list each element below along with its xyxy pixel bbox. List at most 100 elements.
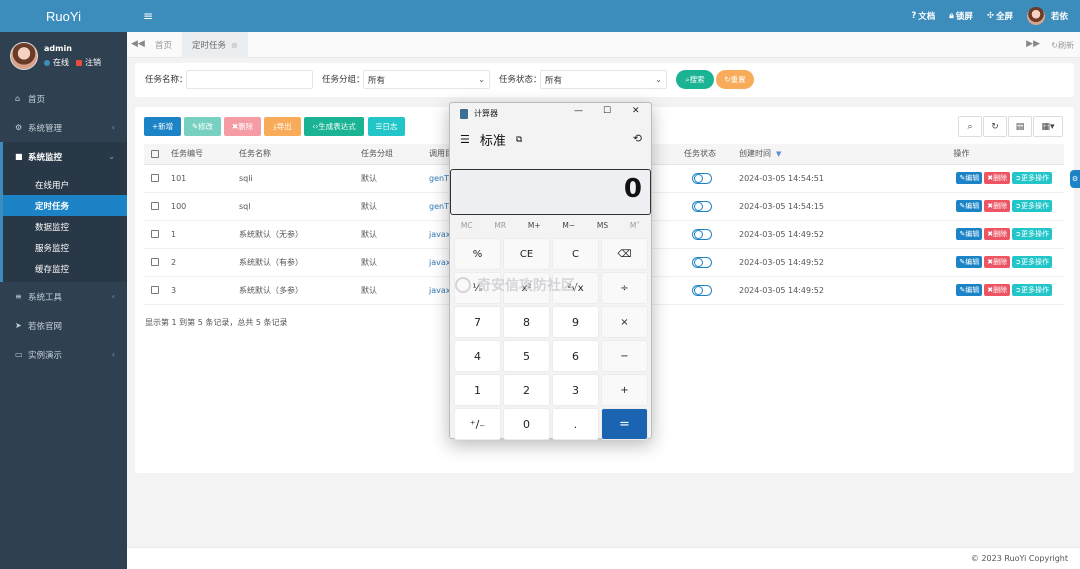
sidebar-item-home[interactable]: ⌂ 首页 bbox=[0, 84, 127, 113]
key-backspace[interactable]: ⌫ bbox=[601, 238, 648, 270]
row-delete-button[interactable]: ✖ 删除 bbox=[984, 200, 1011, 212]
sidebar-item-data-monitor[interactable]: 数据监控 bbox=[3, 216, 127, 237]
key-clear[interactable]: C bbox=[552, 238, 599, 270]
row-checkbox[interactable] bbox=[151, 286, 159, 294]
col-created[interactable]: 创建时间 ▼ bbox=[739, 144, 859, 165]
avatar[interactable] bbox=[10, 42, 38, 70]
key-4[interactable]: 4 bbox=[454, 340, 501, 372]
tab-scheduled-tasks[interactable]: 定时任务 ⊗ bbox=[182, 32, 248, 58]
sidebar-item-cache-monitor[interactable]: 缓存监控 bbox=[3, 258, 127, 279]
export-button[interactable]: ⤓ 导出 bbox=[264, 117, 301, 136]
invoke-target-link[interactable]: javax bbox=[429, 258, 451, 267]
refresh-tab-button[interactable]: ↻刷新 bbox=[1051, 40, 1074, 51]
row-edit-button[interactable]: ✎ 编辑 bbox=[956, 172, 983, 184]
sidebar-item-monitor[interactable]: ■ 系统监控 ⌄ bbox=[0, 142, 127, 171]
memory-clear-button[interactable]: MC bbox=[461, 221, 473, 230]
row-more-button[interactable]: ➲ 更多操作 bbox=[1012, 172, 1052, 184]
tab-home[interactable]: 首页 bbox=[145, 32, 182, 58]
row-more-button[interactable]: ➲ 更多操作 bbox=[1012, 200, 1052, 212]
key-percent[interactable]: % bbox=[454, 238, 501, 270]
key-divide[interactable]: ÷ bbox=[601, 272, 648, 304]
floating-settings-icon[interactable]: ⚙ bbox=[1070, 170, 1080, 188]
delete-button[interactable]: ✖ 删除 bbox=[224, 117, 261, 136]
logout-icon[interactable] bbox=[76, 59, 82, 66]
status-toggle[interactable] bbox=[692, 256, 712, 268]
key-plus[interactable]: + bbox=[601, 374, 648, 406]
search-toggle-button[interactable]: ⌕ bbox=[958, 116, 982, 137]
keep-on-top-icon[interactable]: ⧉ bbox=[516, 135, 522, 145]
row-more-button[interactable]: ➲ 更多操作 bbox=[1012, 284, 1052, 296]
status-toggle[interactable] bbox=[692, 200, 712, 212]
row-checkbox[interactable] bbox=[151, 174, 159, 182]
key-negate[interactable]: ⁺/₋ bbox=[454, 408, 501, 440]
row-edit-button[interactable]: ✎ 编辑 bbox=[956, 200, 983, 212]
memory-list-button[interactable]: M˅ bbox=[630, 221, 640, 230]
maximize-button[interactable]: ☐ bbox=[603, 106, 611, 116]
toggle-view-button[interactable]: ▤ bbox=[1008, 116, 1032, 137]
close-button[interactable]: ✕ bbox=[632, 106, 640, 116]
hamburger-icon[interactable]: ☰ bbox=[460, 133, 470, 146]
invoke-target-link[interactable]: genT bbox=[429, 174, 449, 183]
select-all-checkbox[interactable] bbox=[151, 149, 159, 158]
row-more-button[interactable]: ➲ 更多操作 bbox=[1012, 256, 1052, 268]
columns-button[interactable]: ▦▾ bbox=[1033, 116, 1063, 137]
key-3[interactable]: 3 bbox=[552, 374, 599, 406]
user-menu[interactable]: 若依 bbox=[1026, 7, 1068, 25]
cron-button[interactable]: ‹› 生成表达式 bbox=[304, 117, 364, 136]
brand-logo[interactable]: RuoYi bbox=[0, 0, 127, 32]
job-name-input[interactable] bbox=[186, 70, 313, 89]
fullscreen-link[interactable]: ✣ 全屏 bbox=[987, 10, 1013, 22]
col-status[interactable]: 任务状态 bbox=[684, 144, 739, 165]
add-button[interactable]: + 新增 bbox=[144, 117, 181, 136]
sidebar-item-server-monitor[interactable]: 服务监控 bbox=[3, 237, 127, 258]
status-toggle[interactable] bbox=[692, 228, 712, 240]
logout-link[interactable]: 注销 bbox=[85, 57, 101, 68]
key-2[interactable]: 2 bbox=[503, 374, 550, 406]
history-icon[interactable]: ⟲ bbox=[633, 132, 642, 145]
sidebar-item-scheduled-tasks[interactable]: 定时任务 bbox=[3, 195, 127, 216]
key-multiply[interactable]: × bbox=[601, 306, 648, 338]
tab-scroll-left-icon[interactable]: ◀◀ bbox=[131, 39, 145, 49]
key-decimal[interactable]: . bbox=[552, 408, 599, 440]
sidebar-item-demo[interactable]: ▭ 实例演示 ‹ bbox=[0, 340, 127, 369]
key-square[interactable]: x² bbox=[503, 272, 550, 304]
status-toggle[interactable] bbox=[692, 172, 712, 184]
minimize-button[interactable]: — bbox=[574, 106, 583, 116]
key-0[interactable]: 0 bbox=[503, 408, 550, 440]
key-5[interactable]: 5 bbox=[503, 340, 550, 372]
memory-add-button[interactable]: M+ bbox=[528, 221, 541, 230]
row-checkbox[interactable] bbox=[151, 230, 159, 238]
row-delete-button[interactable]: ✖ 删除 bbox=[984, 256, 1011, 268]
col-job-group[interactable]: 任务分组 bbox=[361, 144, 429, 165]
invoke-target-link[interactable]: javax bbox=[429, 286, 451, 295]
tab-scroll-right-icon[interactable]: ▶▶ bbox=[1026, 39, 1040, 49]
key-equals[interactable]: = bbox=[601, 408, 648, 440]
key-sqrt[interactable]: ²√x bbox=[552, 272, 599, 304]
reset-button[interactable]: ↻ 重置 bbox=[716, 70, 754, 89]
job-group-select[interactable]: 所有 ⌄ bbox=[363, 70, 490, 89]
row-delete-button[interactable]: ✖ 删除 bbox=[984, 284, 1011, 296]
sidebar-item-tools[interactable]: ≡ 系统工具 ‹ bbox=[0, 282, 127, 311]
status-toggle[interactable] bbox=[692, 284, 712, 296]
key-reciprocal[interactable]: ¹⁄ₓ bbox=[454, 272, 501, 304]
row-checkbox[interactable] bbox=[151, 258, 159, 266]
menu-toggle-icon[interactable]: ≡ bbox=[143, 9, 153, 23]
invoke-target-link[interactable]: javax bbox=[429, 230, 451, 239]
row-delete-button[interactable]: ✖ 删除 bbox=[984, 228, 1011, 240]
sidebar-item-website[interactable]: ➤ 若依官网 bbox=[0, 311, 127, 340]
row-checkbox[interactable] bbox=[151, 202, 159, 210]
memory-store-button[interactable]: MS bbox=[597, 221, 608, 230]
refresh-table-button[interactable]: ↻ bbox=[983, 116, 1007, 137]
close-icon[interactable]: ⊗ bbox=[231, 41, 238, 50]
job-status-select[interactable]: 所有 ⌄ bbox=[540, 70, 667, 89]
key-7[interactable]: 7 bbox=[454, 306, 501, 338]
key-clear-entry[interactable]: CE bbox=[503, 238, 550, 270]
invoke-target-link[interactable]: genT bbox=[429, 202, 449, 211]
row-edit-button[interactable]: ✎ 编辑 bbox=[956, 228, 983, 240]
key-8[interactable]: 8 bbox=[503, 306, 550, 338]
col-job-name[interactable]: 任务名称 bbox=[239, 144, 361, 165]
row-edit-button[interactable]: ✎ 编辑 bbox=[956, 284, 983, 296]
memory-recall-button[interactable]: MR bbox=[494, 221, 506, 230]
row-more-button[interactable]: ➲ 更多操作 bbox=[1012, 228, 1052, 240]
col-job-id[interactable]: 任务编号 bbox=[171, 144, 239, 165]
